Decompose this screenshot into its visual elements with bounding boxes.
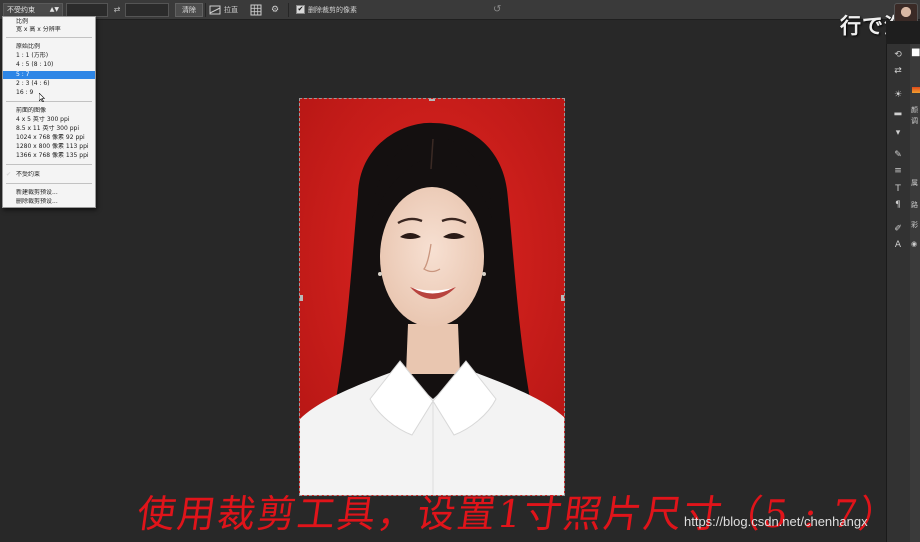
sun-icon[interactable]: ☀ [891, 90, 905, 101]
crop-handle-left[interactable] [300, 295, 303, 301]
delete-cropped-label[interactable]: 删除裁剪的像素 [308, 3, 357, 17]
panel-tab-properties[interactable]: 属 [911, 178, 918, 188]
menu-item-4-5[interactable]: 4 : 5 (8 : 10) [3, 61, 95, 69]
color-swatch[interactable] [912, 87, 920, 93]
menu-item-ratio[interactable]: 比例 [3, 18, 95, 26]
reset-icon[interactable]: ↺ [493, 3, 501, 17]
chevron-updown-icon: ▲▼ [49, 6, 59, 13]
panel-tab-color[interactable]: 颜 [911, 105, 918, 115]
menu-item-8-5x11-in[interactable]: 8.5 x 11 英寸 300 ppi [3, 125, 95, 133]
panel-tab-color2[interactable]: 彩 [911, 220, 918, 230]
csdn-watermark: https://blog.csdn.net/chenhangx [684, 514, 868, 529]
menu-item-1-1[interactable]: 1 : 1 (方形) [3, 52, 95, 60]
crop-width-input[interactable] [66, 3, 108, 17]
panel-icon-strip: ⟲ ⇄ ☀ ▂ ▾ ✎ ≡ T ¶ ✐ A [886, 44, 910, 542]
menu-item-1280x800[interactable]: 1280 x 800 像素 113 ppi [3, 143, 95, 151]
menu-item-1024x768[interactable]: 1024 x 768 像素 92 ppi [3, 134, 95, 142]
history-icon[interactable]: ⟲ [891, 50, 905, 61]
menu-item-w-h-res[interactable]: 宽 x 高 x 分辨率 [3, 26, 95, 34]
menu-item-new-preset[interactable]: 新建裁剪预设... [3, 189, 95, 197]
clear-button[interactable]: 清除 [175, 3, 203, 17]
crop-ratio-menu: 比例 宽 x 高 x 分辨率 原始比例 1 : 1 (方形) 4 : 5 (8 … [2, 16, 96, 208]
menu-item-front-image[interactable]: 前面的图像 [3, 107, 95, 115]
menu-divider [6, 101, 92, 102]
grid-overlay-icon[interactable] [250, 4, 262, 16]
menu-item-1366x768[interactable]: 1366 x 768 像素 135 ppi [3, 152, 95, 160]
crop-height-input[interactable] [125, 3, 169, 17]
straighten-icon[interactable] [209, 4, 221, 16]
panel-tab-column: ■ 颜 调 属 路 彩 ◉ [910, 44, 920, 542]
histogram-icon[interactable]: ▂ [891, 106, 905, 117]
menu-item-unconstrained[interactable]: 不受约束 [3, 171, 95, 179]
menu-divider [6, 183, 92, 184]
crop-handle-top[interactable] [429, 99, 435, 101]
document-photo[interactable] [299, 98, 565, 496]
straighten-label[interactable]: 拉直 [224, 3, 238, 17]
adjust-icon[interactable]: ≡ [891, 166, 905, 177]
mouse-cursor-icon [39, 93, 45, 102]
panel-tab-paths[interactable]: 路 [911, 200, 918, 210]
clone-source-icon[interactable]: ⇄ [891, 66, 905, 77]
crop-ratio-value: 不受约束 [7, 6, 35, 14]
options-bar: 不受约束 ▲▼ ⇄ 清除 拉直 ⚙ ✔ 删除裁剪的像素 ↺ [0, 0, 920, 20]
menu-item-original-ratio[interactable]: 原始比例 [3, 43, 95, 51]
panel-square-icon[interactable]: ■ [911, 47, 920, 58]
crop-ratio-select[interactable]: 不受约束 ▲▼ [3, 3, 63, 17]
tutorial-caption: 使用裁剪工具，设置1寸照片尺寸（5 : 7） [134, 492, 903, 536]
divider [205, 3, 206, 17]
crop-handle-right[interactable] [561, 295, 564, 301]
menu-item-2-3[interactable]: 2 : 3 (4 : 6) [3, 80, 95, 88]
menu-item-delete-preset[interactable]: 删除裁剪预设... [3, 198, 95, 206]
delete-cropped-checkbox[interactable]: ✔ [296, 5, 305, 14]
gear-icon[interactable]: ⚙ [271, 3, 283, 17]
menu-item-4x5-in[interactable]: 4 x 5 英寸 300 ppi [3, 116, 95, 124]
portrait-image [300, 99, 564, 495]
brush-preset-icon[interactable]: ✐ [891, 224, 905, 235]
menu-item-16-9[interactable]: 16 : 9 [3, 89, 95, 97]
paragraph-icon[interactable]: ¶ [891, 200, 905, 211]
divider [288, 3, 289, 17]
brush-icon[interactable]: ✎ [891, 150, 905, 161]
paint-bucket-icon[interactable]: ▾ [891, 128, 905, 139]
text-icon[interactable]: T [891, 184, 905, 195]
character-style-icon[interactable]: A [891, 240, 905, 251]
menu-divider [6, 164, 92, 165]
menu-item-5-7[interactable]: 5 : 7 [3, 71, 95, 79]
eye-icon[interactable]: ◉ [911, 240, 917, 248]
swap-arrows-icon[interactable]: ⇄ [112, 3, 122, 17]
menu-divider [6, 37, 92, 38]
panel-tab-adjust[interactable]: 调 [911, 116, 918, 126]
